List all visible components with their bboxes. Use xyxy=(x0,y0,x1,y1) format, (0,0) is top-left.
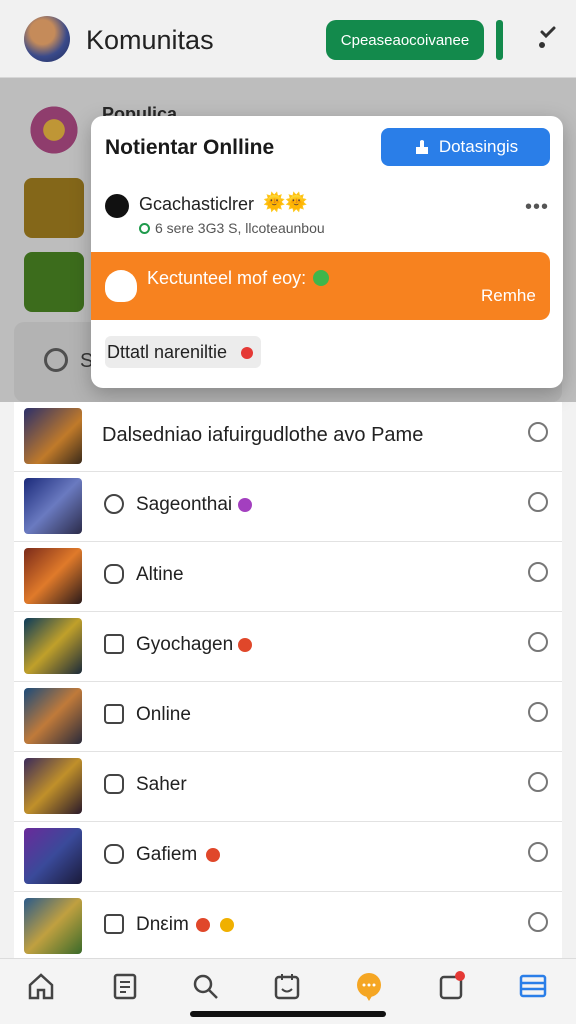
status-chip[interactable]: Dttatl nareniltie xyxy=(105,336,262,368)
user-avatar-icon xyxy=(105,194,129,218)
top-header: Komunitas Cpeaseaocoivanee xyxy=(0,0,576,78)
game-thumbnail xyxy=(24,548,82,604)
item-badge-icon xyxy=(196,918,210,932)
select-radio[interactable] xyxy=(528,842,548,862)
select-radio[interactable] xyxy=(528,632,548,652)
more-options-icon[interactable]: ••• xyxy=(525,196,549,219)
share-icon xyxy=(104,704,124,724)
list-item-label: Gafiem xyxy=(136,844,198,865)
online-popup: Notientar Onlline Dotasingis Gcachasticl… xyxy=(91,116,563,388)
select-radio[interactable] xyxy=(528,772,548,792)
game-thumbnail xyxy=(24,408,82,464)
page-title: Komunitas xyxy=(86,25,214,55)
user-name: Gcachasticlrer xyxy=(139,194,255,214)
game-thumbnail xyxy=(24,758,82,814)
star-icon xyxy=(104,844,124,864)
notifications-icon[interactable] xyxy=(436,971,466,1001)
game-thumbnail xyxy=(24,688,82,744)
list-item[interactable]: Online xyxy=(14,682,562,752)
online-status-icon xyxy=(139,223,150,234)
item-badge-icon xyxy=(238,498,252,512)
promo-banner[interactable]: Kectunteel mof eoy: Remhe xyxy=(91,252,550,320)
banner-badge-icon xyxy=(313,270,329,286)
game-list: Dalsedniao iafuirgudlothe avo Pame Sageo… xyxy=(14,402,562,958)
item-badge-icon xyxy=(238,638,252,652)
select-radio[interactable] xyxy=(528,912,548,932)
list-item[interactable]: Altine xyxy=(14,542,562,612)
tag-icon xyxy=(104,634,124,654)
sparkle-icon xyxy=(104,774,124,794)
list-item[interactable]: Sageonthai xyxy=(14,472,562,542)
calendar-icon[interactable] xyxy=(272,971,302,1001)
list-item[interactable]: Dalsedniao iafuirgudlothe avo Pame xyxy=(14,402,562,472)
chat-icon[interactable] xyxy=(354,971,384,1001)
banner-text: Kectunteel mof eoy: xyxy=(147,268,307,288)
header-action-button[interactable]: Cpeaseaocoivanee xyxy=(326,20,484,60)
list-item-label: Online xyxy=(136,704,191,725)
list-item-label: Gyochagen xyxy=(136,634,234,655)
game-thumbnail xyxy=(24,478,82,534)
list-icon[interactable] xyxy=(518,971,548,1001)
search-icon xyxy=(104,494,124,514)
game-thumbnail xyxy=(24,618,82,674)
select-radio[interactable] xyxy=(528,702,548,722)
select-radio[interactable] xyxy=(528,422,548,442)
list-item-label: Dalsedniao iafuirgudlothe avo Pame xyxy=(102,424,424,446)
banner-action[interactable]: Remhe xyxy=(481,286,536,306)
avatar[interactable] xyxy=(24,16,70,62)
hand-icon xyxy=(415,140,428,154)
popup-primary-button[interactable]: Dotasingis xyxy=(381,128,550,166)
search-icon[interactable] xyxy=(190,971,220,1001)
list-item-label: Sageonthai xyxy=(136,494,233,515)
list-item-label: Saher xyxy=(136,774,187,795)
user-subtitle: 6 sere 3G3 S, llcoteaunbou xyxy=(155,220,325,236)
list-item-label: Dnεim xyxy=(136,914,189,935)
list-item[interactable]: Saher xyxy=(14,752,562,822)
item-badge-icon xyxy=(220,918,234,932)
list-item[interactable]: Gafiem xyxy=(14,822,562,892)
popup-title: Notientar Onlline xyxy=(105,136,275,159)
clipboard-icon xyxy=(104,914,124,934)
select-radio[interactable] xyxy=(528,562,548,582)
item-badge-icon xyxy=(206,848,220,862)
list-item[interactable]: Gyochagen xyxy=(14,612,562,682)
select-radio[interactable] xyxy=(528,492,548,512)
user-emoji: 🌞🌞 xyxy=(263,192,308,212)
header-action-divider xyxy=(496,20,503,60)
game-thumbnail xyxy=(24,828,82,884)
chip-badge-icon xyxy=(241,347,254,359)
chip-label: Dttatl nareniltie xyxy=(107,341,228,362)
document-icon[interactable] xyxy=(110,971,140,1001)
popup-primary-button-label: Dotasingis xyxy=(438,137,519,156)
list-item-label: Altine xyxy=(136,564,184,585)
home-icon[interactable] xyxy=(26,971,56,1001)
hand-wave-icon xyxy=(105,270,137,302)
edit-icon[interactable] xyxy=(536,24,558,52)
game-thumbnail xyxy=(24,898,82,954)
home-indicator xyxy=(190,1011,386,1017)
list-item[interactable]: Dnεim xyxy=(14,892,562,958)
star-icon xyxy=(104,564,124,584)
